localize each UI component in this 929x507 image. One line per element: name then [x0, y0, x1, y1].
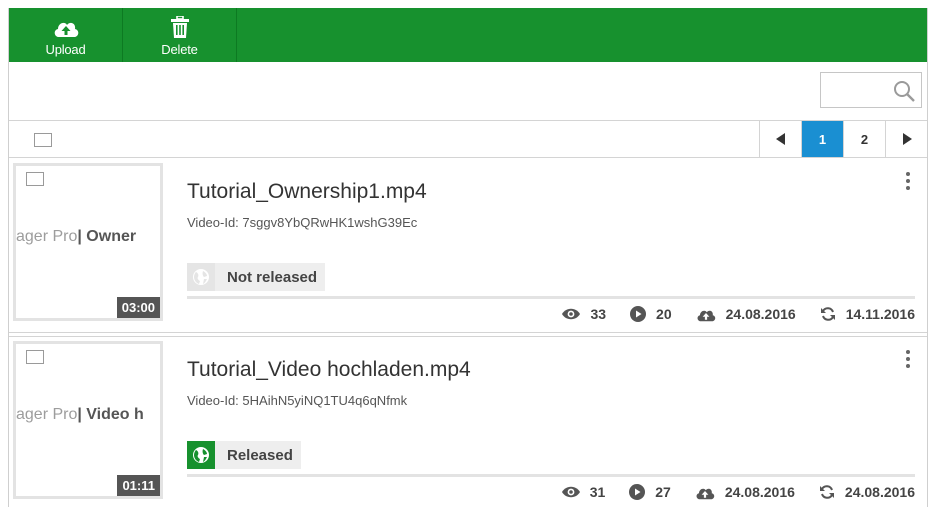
video-id: Video-Id: 7sggv8YbQRwHK1wshG39Ec: [187, 215, 418, 230]
upload-button[interactable]: Upload: [9, 8, 123, 62]
plays-count: 27: [655, 484, 671, 500]
plays-stat: 27: [629, 484, 671, 500]
video-stats: 33 20 24.08.2016 14.11.2016: [538, 306, 915, 322]
search-input[interactable]: [825, 75, 899, 107]
select-all-checkbox[interactable]: [34, 133, 52, 147]
page-1-button[interactable]: 1: [801, 121, 843, 157]
uploaded-date: 24.08.2016: [724, 484, 795, 500]
chevron-left-icon: [775, 133, 785, 145]
video-title[interactable]: Tutorial_Video hochladen.mp4: [187, 358, 471, 382]
globe-icon: [187, 263, 215, 291]
play-icon: [629, 484, 646, 500]
prev-page-button[interactable]: [759, 121, 801, 157]
search-bar: [9, 62, 927, 121]
uploaded-stat: 24.08.2016: [695, 484, 795, 500]
views-stat: 31: [561, 484, 606, 500]
updated-date: 24.08.2016: [844, 484, 915, 500]
duration-badge: 03:00: [116, 297, 160, 318]
views-stat: 33: [562, 306, 606, 322]
video-stats: 31 27 24.08.2016 24.08.2016: [538, 484, 915, 500]
video-info: Tutorial_Video hochladen.mp4 Video-Id: 5…: [187, 336, 915, 507]
video-checkbox[interactable]: [26, 350, 44, 364]
eye-icon: [562, 308, 581, 320]
video-title[interactable]: Tutorial_Ownership1.mp4: [187, 180, 427, 204]
row-divider: [9, 332, 927, 333]
release-status-label: Not released: [227, 268, 318, 286]
toolbar: Upload Delete: [9, 8, 927, 62]
more-options-icon[interactable]: [901, 350, 915, 372]
next-page-button[interactable]: [885, 121, 927, 157]
delete-label: Delete: [161, 41, 198, 57]
thumbnail-text-light: ager Pro: [16, 228, 78, 245]
plays-stat: 20: [630, 306, 672, 322]
page-2-button[interactable]: 2: [843, 121, 885, 157]
more-options-icon[interactable]: [901, 172, 915, 194]
divider: [187, 474, 915, 477]
divider: [187, 296, 915, 299]
refresh-icon: [820, 307, 835, 321]
upload-label: Upload: [45, 41, 86, 57]
eye-icon: [561, 486, 580, 498]
play-icon: [630, 306, 647, 322]
list-header: 1 2: [9, 121, 927, 158]
search-box: [820, 72, 922, 108]
uploaded-stat: 24.08.2016: [696, 306, 796, 322]
uploaded-date: 24.08.2016: [725, 306, 796, 322]
chevron-right-icon: [902, 133, 912, 145]
cloud-upload-icon: [53, 14, 79, 38]
video-row: ager Pro| Video h 01:11 Tutorial_Video h…: [9, 336, 927, 507]
search-icon[interactable]: [893, 80, 915, 107]
updated-stat: 24.08.2016: [819, 484, 915, 500]
views-count: 31: [589, 484, 606, 500]
thumbnail-text: ager Pro| Video h: [16, 406, 144, 424]
video-thumbnail[interactable]: ager Pro| Owner 03:00: [13, 163, 163, 321]
video-id: Video-Id: 5HAihN5yiNQ1TU4q6qNfmk: [187, 393, 408, 408]
video-info: Tutorial_Ownership1.mp4 Video-Id: 7sggv8…: [187, 158, 915, 330]
duration-badge: 01:11: [117, 475, 160, 496]
pagination: 1 2: [759, 121, 927, 157]
video-manager: Upload Delete 1 2 ager Pro| Owner 03:00 …: [8, 8, 928, 507]
thumbnail-text-light: ager Pro: [16, 406, 78, 423]
release-status[interactable]: Not released: [187, 263, 326, 291]
trash-icon: [170, 14, 189, 38]
updated-date: 14.11.2016: [845, 306, 915, 322]
refresh-icon: [819, 485, 834, 499]
plays-count: 20: [656, 306, 672, 322]
cloud-upload-icon: [696, 488, 715, 499]
delete-button[interactable]: Delete: [123, 8, 237, 62]
views-count: 33: [590, 306, 607, 322]
cloud-upload-icon: [697, 310, 715, 321]
thumbnail-text-bold: | Video h: [77, 406, 144, 423]
thumbnail-text: ager Pro| Owner: [16, 228, 136, 246]
updated-stat: 14.11.2016: [820, 306, 915, 322]
release-status[interactable]: Released: [187, 441, 301, 469]
video-thumbnail[interactable]: ager Pro| Video h 01:11: [13, 341, 163, 499]
thumbnail-text-bold: | Owner: [77, 228, 137, 245]
release-status-label: Released: [227, 446, 293, 464]
video-checkbox[interactable]: [26, 172, 44, 186]
globe-icon: [187, 441, 215, 469]
video-row: ager Pro| Owner 03:00 Tutorial_Ownership…: [9, 158, 927, 330]
